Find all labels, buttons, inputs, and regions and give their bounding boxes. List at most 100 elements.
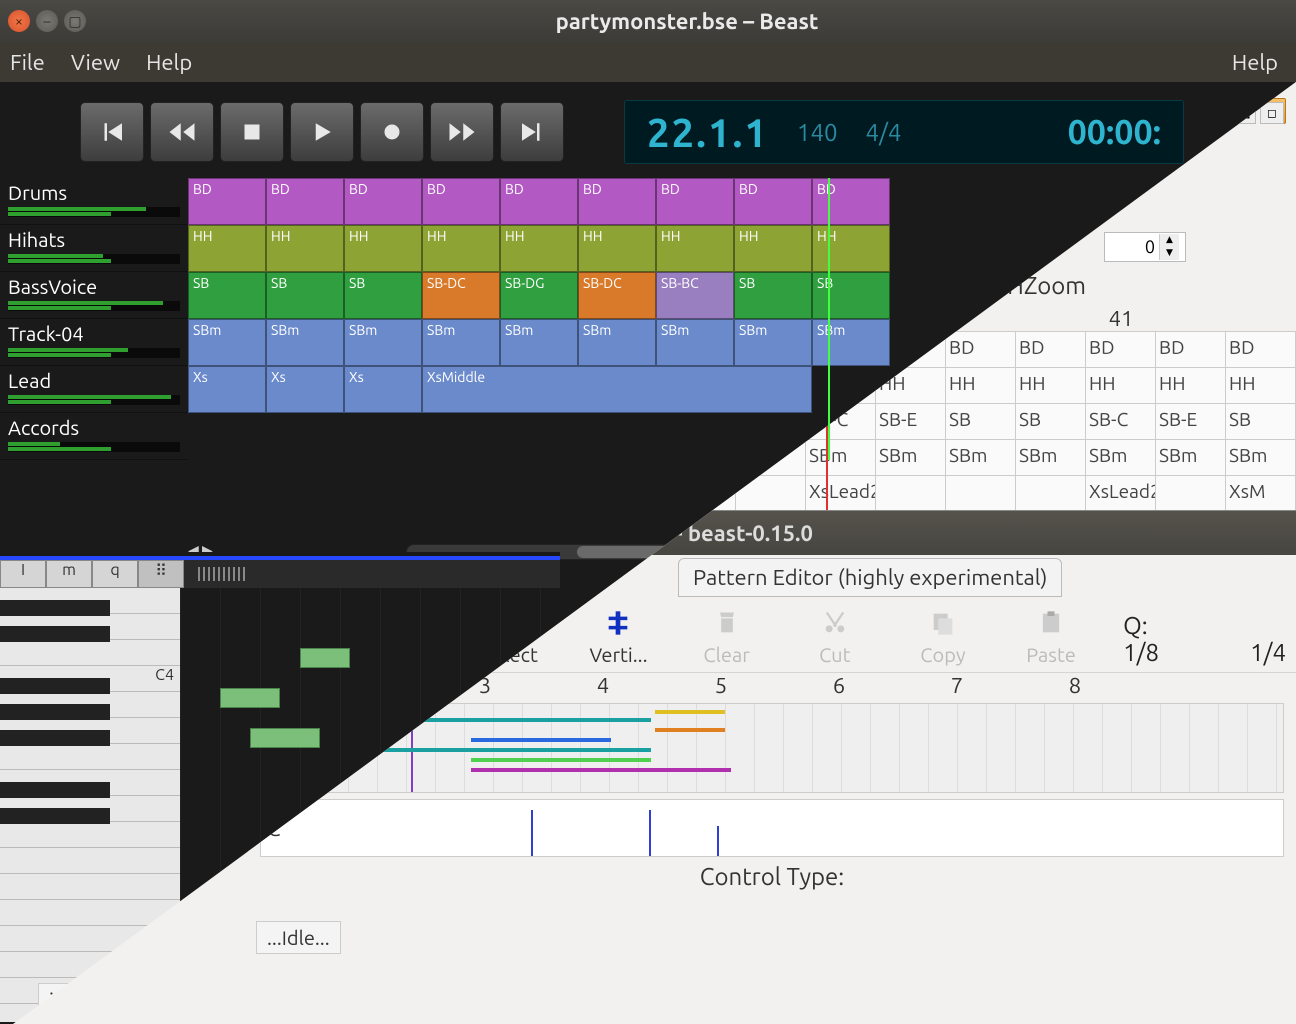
light-clip-cell[interactable] [946,476,1016,511]
play-button[interactable] [290,102,354,162]
light-clip-cell[interactable] [1016,476,1086,511]
light-clip-cell[interactable]: SBm [876,440,946,475]
light-clip-cell[interactable]: SB-E [876,404,946,439]
chord-note[interactable] [471,758,651,762]
clip[interactable]: SBm [422,319,500,366]
light-clip-cell[interactable]: SBm [1086,440,1156,475]
track-label[interactable]: Lead [0,366,188,413]
fast-forward-button[interactable] [430,102,494,162]
control-event[interactable] [531,810,533,856]
menu-view[interactable]: View [71,50,120,75]
light-clip-cell[interactable]: SBm [806,440,876,475]
clip[interactable]: SBm [656,319,734,366]
clip[interactable]: HH [500,225,578,272]
light-clip-cell[interactable]: SB-C [1086,404,1156,439]
clip[interactable]: HH [188,225,266,272]
clip[interactable]: SBm [734,319,812,366]
light-clip-cell[interactable]: SBm [1016,440,1086,475]
clip[interactable]: HH [812,225,890,272]
light-clip-cell[interactable]: XsM [1226,476,1296,511]
light-clip-cell[interactable]: HH [1226,368,1296,403]
clip[interactable]: SB [266,272,344,319]
midi-note[interactable] [300,648,350,668]
clip[interactable]: HH [656,225,734,272]
track-label[interactable]: Drums [0,178,188,225]
menu-help-right[interactable]: Help [1232,50,1278,75]
quantize-label[interactable]: Q: 1/8 [1123,612,1184,666]
chord-note[interactable] [471,768,731,772]
record-button[interactable] [360,102,424,162]
light-clip-cell[interactable]: BD [1156,332,1226,367]
light-clip-cell[interactable] [1156,476,1226,511]
control-event[interactable] [717,826,719,856]
light-clip-cell[interactable]: SBm [946,440,1016,475]
pr-tab-m[interactable]: m [46,560,92,588]
playhead-marker[interactable] [828,178,830,460]
clip[interactable]: BD [422,178,500,225]
clip[interactable]: SB [812,272,890,319]
light-clip-cell[interactable]: HH [1156,368,1226,403]
clip[interactable]: BD [266,178,344,225]
pr-tab-i[interactable]: I [0,560,46,588]
clip[interactable]: SB-BC [656,272,734,319]
clip[interactable]: HH [344,225,422,272]
clip[interactable]: HH [422,225,500,272]
light-clip-cell[interactable]: SB [1226,404,1296,439]
midi-note[interactable] [250,728,320,748]
clip[interactable]: BD [656,178,734,225]
chord-note[interactable] [655,710,725,714]
rewind-button[interactable] [150,102,214,162]
clip[interactable]: BD [812,178,890,225]
clip[interactable]: SBm [266,319,344,366]
control-event[interactable] [649,810,651,856]
clip[interactable]: Xs [266,366,344,413]
clip[interactable]: SBm [578,319,656,366]
light-clip-cell[interactable]: HH [1016,368,1086,403]
hzoom-spinner[interactable]: ▲▼ [1104,232,1186,262]
clip[interactable]: SB [344,272,422,319]
light-clip-cell[interactable]: SBm [1226,440,1296,475]
clip[interactable]: Xs [344,366,422,413]
clip[interactable]: SB [734,272,812,319]
clip[interactable]: HH [578,225,656,272]
light-clip-cell[interactable]: BD [1016,332,1086,367]
chord-note[interactable] [655,728,725,732]
clip[interactable]: SB [188,272,266,319]
chord-control-lane[interactable]: C [260,799,1284,857]
window-close-button[interactable]: × [8,10,30,32]
clip[interactable]: HH [266,225,344,272]
light-clip-cell[interactable]: BD [1226,332,1296,367]
light-clip-cell[interactable]: SBm [1156,440,1226,475]
clip[interactable]: BD [578,178,656,225]
clip[interactable]: SB-DC [578,272,656,319]
light-clip-cell[interactable]: BD [946,332,1016,367]
light-clip-cell[interactable]: XsLead2 [806,476,876,511]
clip[interactable]: SBm [812,319,890,366]
clip[interactable]: HH [734,225,812,272]
midi-note[interactable] [220,688,280,708]
quantize2-label[interactable]: 1/4 [1250,639,1286,666]
light-clip-cell[interactable]: SB [946,404,1016,439]
skip-start-button[interactable] [80,102,144,162]
clip[interactable]: SBm [188,319,266,366]
light-clip-cell[interactable]: SB-E [1156,404,1226,439]
clip[interactable]: BD [344,178,422,225]
clip[interactable]: SB-DC [422,272,500,319]
chord-note[interactable] [471,738,611,742]
window-maximize-button[interactable]: ▢ [64,10,86,32]
clip[interactable]: SB-DG [500,272,578,319]
pr-tab-q[interactable]: q [92,560,138,588]
hzoom-value[interactable] [1105,237,1159,257]
clip[interactable]: BD [188,178,266,225]
stop-button[interactable] [220,102,284,162]
track-label[interactable]: BassVoice [0,272,188,319]
clip[interactable]: BD [734,178,812,225]
light-clip-cell[interactable]: HH [946,368,1016,403]
pattern-editor-tab[interactable]: Pattern Editor (highly experimental) [678,558,1062,597]
track-label[interactable]: Track-04 [0,319,188,366]
clip[interactable]: SBm [344,319,422,366]
clip[interactable]: Xs [188,366,266,413]
menu-help[interactable]: Help [146,50,192,75]
track-label[interactable]: Hihats [0,225,188,272]
track-label[interactable]: Accords [0,413,188,460]
